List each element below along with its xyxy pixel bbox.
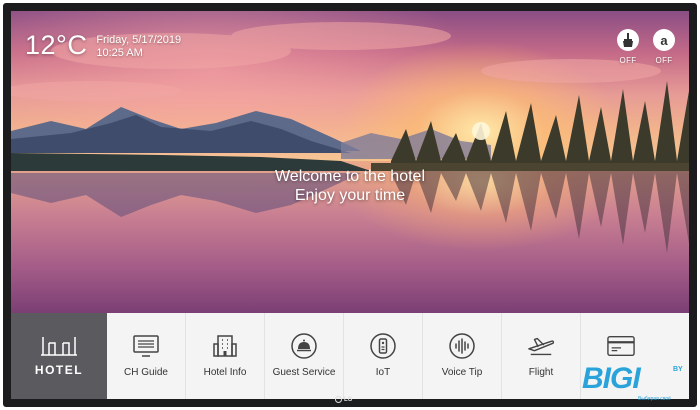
menu-item-label: Guest Service [272, 367, 336, 378]
menu-item-label: Flight [528, 367, 554, 378]
menu-item-guest-service[interactable]: Guest Service [265, 313, 344, 399]
hotel-home-button[interactable]: HOTEL [11, 313, 107, 399]
temperature: 12°C [25, 30, 88, 60]
make-up-room-toggle[interactable]: OFF [615, 29, 641, 65]
do-not-disturb-icon: a [653, 29, 675, 51]
menu-item-hotel-info[interactable]: Hotel Info [186, 313, 265, 399]
menu-item-flight[interactable]: Flight [502, 313, 581, 399]
brush-icon [617, 29, 639, 51]
toggle-state: OFF [655, 56, 673, 65]
hotel-brand-label: HOTEL [34, 363, 84, 377]
tv-guide-icon [132, 333, 160, 359]
watermark-logo-text: BIGI [582, 362, 641, 395]
building-icon [211, 333, 239, 359]
airplane-icon [527, 333, 555, 359]
toggle-state: OFF [619, 56, 637, 65]
status-toggles: OFF a OFF [615, 29, 677, 65]
bigi-watermark: BIGI BY Выбирая своё [578, 360, 698, 408]
lg-logo-mark-icon [335, 396, 342, 403]
iot-remote-icon [369, 333, 397, 359]
time-label: 10:25 AM [96, 47, 143, 59]
menu-item-iot[interactable]: IoT [344, 313, 423, 399]
tv-screen: 12°C Friday, 5/17/2019 10:25 AM OFF a OF… [11, 11, 689, 399]
bell-icon [290, 333, 318, 359]
watermark-tagline: Выбирая своё [638, 396, 671, 402]
hotel-logo-icon [41, 337, 77, 356]
date-label: Friday, 5/17/2019 [96, 34, 182, 46]
watermark-suffix: BY [673, 366, 683, 373]
welcome-subtitle: Enjoy your time [294, 187, 406, 204]
welcome-message: Welcome to the hotel Enjoy your time [11, 167, 689, 206]
weather-widget: 12°C Friday, 5/17/2019 10:25 AM [25, 31, 181, 60]
menu-item-voice-tip[interactable]: Voice Tip [423, 313, 502, 399]
tv-frame: 12°C Friday, 5/17/2019 10:25 AM OFF a OF… [3, 3, 697, 407]
lg-logo: LG [335, 396, 352, 403]
menu-item-ch-guide[interactable]: CH Guide [107, 313, 186, 399]
menu-item-label: Voice Tip [441, 367, 483, 378]
card-icon [606, 333, 635, 359]
voice-icon [448, 333, 476, 359]
menu-item-label: IoT [375, 367, 391, 378]
date-time: Friday, 5/17/2019 10:25 AM [96, 34, 181, 60]
welcome-title: Welcome to the hotel [274, 168, 425, 185]
menu-item-label: CH Guide [124, 367, 168, 378]
menu-item-label: Hotel Info [203, 367, 247, 378]
do-not-disturb-toggle[interactable]: a OFF [651, 29, 677, 65]
lg-brand-text: LG [344, 396, 353, 403]
